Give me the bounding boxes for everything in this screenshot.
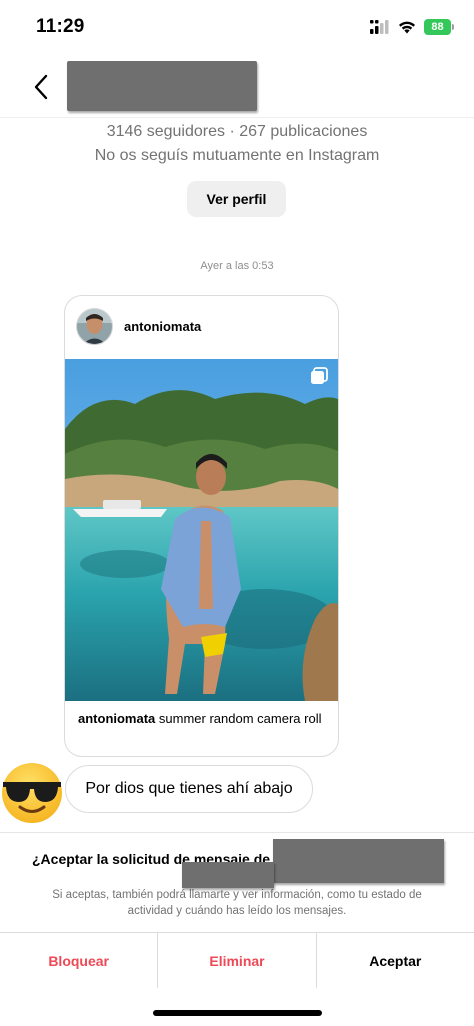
signal-icon	[370, 20, 389, 34]
request-description: Si aceptas, también podrá llamarte y ver…	[52, 889, 422, 917]
message-timestamp: Ayer a las 0:53	[200, 260, 274, 272]
status-time: 11:29	[36, 16, 85, 37]
battery-icon: 88	[424, 19, 454, 35]
chevron-left-icon	[34, 74, 48, 100]
home-indicator[interactable]	[153, 1010, 322, 1016]
view-profile-button[interactable]: Ver perfil	[187, 181, 286, 217]
status-icons: 88	[370, 19, 454, 35]
status-bar: 11:29 88	[0, 0, 474, 56]
sender-avatar[interactable]	[0, 760, 64, 824]
redacted-block	[182, 862, 274, 888]
mutual-follow-text: No os seguís mutuamente en Instagram	[94, 147, 380, 164]
request-actions: Bloquear Eliminar Aceptar	[0, 932, 474, 988]
back-button[interactable]	[26, 70, 56, 104]
block-button[interactable]: Bloquear	[0, 933, 157, 988]
post-author-avatar[interactable]	[76, 308, 113, 345]
chat-header	[0, 56, 474, 118]
received-message[interactable]: Por dios que tienes ahí abajo	[65, 765, 313, 813]
post-caption: antoniomata summer random camera roll	[78, 710, 328, 728]
delete-button[interactable]: Eliminar	[157, 933, 315, 988]
accept-button[interactable]: Aceptar	[315, 933, 474, 988]
redacted-username[interactable]	[67, 61, 257, 111]
carousel-icon	[311, 367, 328, 384]
battery-level: 88	[424, 19, 451, 35]
wifi-icon	[399, 21, 415, 34]
post-header[interactable]: antoniomata	[65, 296, 338, 359]
caption-text: summer random camera roll	[158, 711, 322, 726]
shared-post-card[interactable]: antoniomata antoniomata summer random ca…	[64, 295, 339, 757]
caption-username[interactable]: antoniomata	[78, 711, 155, 726]
post-image[interactable]	[65, 359, 338, 701]
profile-stats: 3146 seguidores · 267 publicaciones	[106, 123, 368, 140]
post-author-username[interactable]: antoniomata	[124, 319, 201, 334]
redacted-block	[273, 839, 444, 883]
